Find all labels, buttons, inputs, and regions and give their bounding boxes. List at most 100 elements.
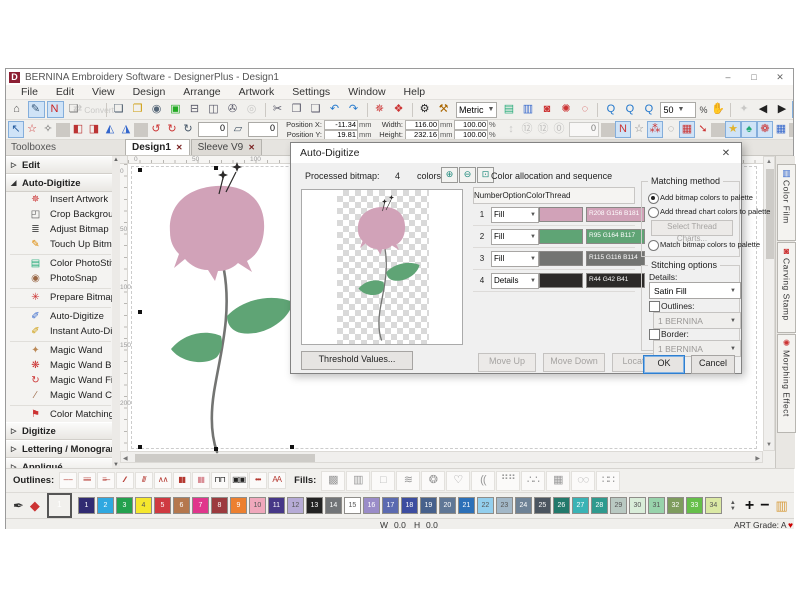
rotate-cw-45-icon[interactable]: ↻ bbox=[164, 121, 180, 138]
palette-swatch[interactable]: 15 bbox=[344, 497, 361, 514]
toolbar-icon[interactable] bbox=[367, 103, 368, 117]
palette-swatch[interactable]: 12 bbox=[287, 497, 304, 514]
radio-add-thread-chart-colors[interactable] bbox=[648, 207, 659, 218]
toolbar-icon[interactable] bbox=[789, 123, 793, 137]
fill-grid-dots-icon[interactable]: ⠛⠛ bbox=[496, 471, 520, 491]
tool-prepare-bitmap[interactable]: ✳ Prepare Bitmap bbox=[6, 290, 119, 305]
quick-tools-icon[interactable]: ⚒ bbox=[436, 101, 453, 118]
units-select[interactable]: Metric▼ bbox=[456, 102, 497, 118]
tool-magic-wand[interactable]: ✦ Magic Wand bbox=[6, 343, 119, 358]
palette-swatch[interactable]: 17 bbox=[382, 497, 399, 514]
mirror-y-icon[interactable]: ◨ bbox=[86, 121, 102, 138]
tool-magic-wand-block[interactable]: ❋ Magic Wand Block Digitizi… bbox=[6, 358, 119, 373]
flower-pattern-icon[interactable]: ❁ bbox=[757, 121, 773, 138]
palette-swatch[interactable]: 9 bbox=[230, 497, 247, 514]
write-to-machine-icon[interactable]: ✇ bbox=[225, 101, 242, 118]
outline-column-wide-icon[interactable]: ▮▮ bbox=[192, 472, 210, 489]
menu-item[interactable]: Settings bbox=[283, 86, 339, 98]
border-checkbox[interactable] bbox=[649, 329, 660, 340]
redo-icon[interactable]: ↷ bbox=[346, 101, 363, 118]
proportional-scale-icon[interactable]: ↕ bbox=[503, 121, 519, 138]
palette-swatch[interactable]: 8 bbox=[211, 497, 228, 514]
closed-shape-icon[interactable]: ◌ bbox=[663, 121, 679, 138]
thread-swatch[interactable]: R44 G42 B41 bbox=[586, 273, 645, 288]
outline-lettering-icon[interactable]: AA bbox=[268, 472, 286, 489]
toolbox-section-digitize[interactable]: ▷ Digitize bbox=[6, 422, 119, 440]
skew-icon[interactable]: ▱ bbox=[230, 121, 246, 138]
zoom-out-icon[interactable]: Q bbox=[621, 101, 638, 118]
palette-swatch[interactable]: 27 bbox=[572, 497, 589, 514]
side-tab-color-film[interactable]: ▥ Color Film bbox=[777, 164, 796, 241]
menu-item[interactable]: View bbox=[83, 86, 124, 98]
pan-tool-icon[interactable]: ✋ bbox=[709, 101, 726, 118]
palette-swatch[interactable]: 13 bbox=[306, 497, 323, 514]
palette-swatch[interactable]: 19 bbox=[420, 497, 437, 514]
scatter-fill-icon[interactable]: ⁂ bbox=[647, 121, 663, 138]
details-select[interactable]: Satin Fill▼ bbox=[649, 282, 741, 299]
reshape-node-icon[interactable]: ✧ bbox=[40, 121, 56, 138]
color-film-icon[interactable]: ▥ bbox=[519, 101, 536, 118]
stitch-wand-icon[interactable]: ✦ bbox=[735, 101, 752, 118]
menu-item[interactable]: Artwork bbox=[230, 86, 284, 98]
menu-item[interactable]: Window bbox=[339, 86, 394, 98]
color-swatch[interactable] bbox=[539, 229, 583, 244]
cancel-button[interactable]: Cancel bbox=[691, 355, 735, 374]
toolbox-section-lettering[interactable]: ▷ Lettering / Monogramming bbox=[6, 440, 119, 458]
dialog-title-bar[interactable]: Auto-Digitize ✕ bbox=[291, 143, 741, 163]
palette-swatch[interactable]: 21 bbox=[458, 497, 475, 514]
palette-swatch[interactable]: 4 bbox=[135, 497, 152, 514]
palette-swatch[interactable]: 30 bbox=[629, 497, 646, 514]
outline-column-icon[interactable]: ▮▮ bbox=[173, 472, 191, 489]
color-swatch[interactable] bbox=[539, 273, 583, 288]
ornament-shape-icon[interactable]: ♠ bbox=[741, 121, 757, 138]
fill-stipple-icon[interactable]: ∷∷ bbox=[596, 471, 620, 491]
insert-embroidery-icon[interactable]: ❖ bbox=[391, 101, 408, 118]
selection-handle[interactable] bbox=[138, 445, 142, 449]
palette-spinner[interactable]: ▲▼ bbox=[730, 500, 736, 512]
position-x-field[interactable]: -11.34 bbox=[324, 120, 358, 130]
carving-stamp-icon[interactable]: ◙ bbox=[538, 101, 555, 118]
tab-design1[interactable]: Design1✕ bbox=[125, 139, 190, 155]
palette-swatch[interactable]: 3 bbox=[116, 497, 133, 514]
palette-swatch[interactable]: 25 bbox=[534, 497, 551, 514]
scroll-down-icon[interactable]: ▼ bbox=[764, 442, 774, 448]
stitch-count-field[interactable]: 0 bbox=[569, 122, 599, 137]
menu-item[interactable]: Help bbox=[395, 86, 435, 98]
mirror-x-icon[interactable]: ◧ bbox=[70, 121, 86, 138]
embroidery-view-icon[interactable]: N bbox=[47, 101, 64, 118]
zoom-factor-icon[interactable]: Q bbox=[640, 101, 657, 118]
outline-single-icon[interactable]: – – bbox=[59, 472, 77, 489]
fill-arc-icon[interactable]: (( bbox=[471, 471, 495, 491]
outline-satin-steep-icon[interactable]: /// bbox=[135, 472, 153, 489]
close-tab-icon[interactable]: ✕ bbox=[176, 143, 183, 152]
threshold-values-button[interactable]: Threshold Values... bbox=[301, 351, 413, 370]
palette-swatch[interactable]: 11 bbox=[268, 497, 285, 514]
rotate-angle-field[interactable]: 0 bbox=[198, 122, 228, 137]
menu-item[interactable]: File bbox=[12, 86, 47, 98]
palette-swatch[interactable]: 23 bbox=[496, 497, 513, 514]
tab-sleeve-v9[interactable]: Sleeve V9✕ bbox=[191, 139, 262, 155]
design-view-icon[interactable]: ✎ bbox=[28, 101, 45, 118]
palette-swatch[interactable]: 14 bbox=[325, 497, 342, 514]
maximize-button[interactable]: □ bbox=[741, 72, 767, 83]
palette-swatch[interactable]: 16 bbox=[363, 497, 380, 514]
home-icon[interactable]: ⌂ bbox=[9, 101, 26, 118]
stitch-lock-2-icon[interactable]: ⑫ bbox=[535, 121, 551, 138]
selection-handle[interactable] bbox=[214, 447, 218, 451]
scroll-left-icon[interactable]: ◀ bbox=[123, 455, 128, 462]
palette-swatch[interactable]: 34 bbox=[705, 497, 722, 514]
toolbox-section-auto-digitize[interactable]: ◢ Auto-Digitize bbox=[6, 174, 119, 192]
skew-angle-field[interactable]: 0 bbox=[248, 122, 278, 137]
fill-rings-icon[interactable]: ◌◌ bbox=[571, 471, 595, 491]
outline-triple-icon[interactable]: ≡≡ bbox=[78, 472, 96, 489]
print-icon[interactable]: ⊟ bbox=[187, 101, 204, 118]
toolbar-icon[interactable] bbox=[730, 103, 731, 117]
eyedropper-icon[interactable]: ✒ bbox=[13, 498, 24, 514]
toolbar-icon[interactable] bbox=[56, 123, 70, 137]
open-design-icon[interactable]: ❐ bbox=[130, 101, 147, 118]
fill-lines-icon[interactable]: ▥ bbox=[346, 471, 370, 491]
palette-swatch[interactable]: 33 bbox=[686, 497, 703, 514]
menu-item[interactable]: Edit bbox=[47, 86, 83, 98]
rotate-icon[interactable]: ↻ bbox=[180, 121, 196, 138]
dialog-close-icon[interactable]: ✕ bbox=[711, 148, 741, 159]
